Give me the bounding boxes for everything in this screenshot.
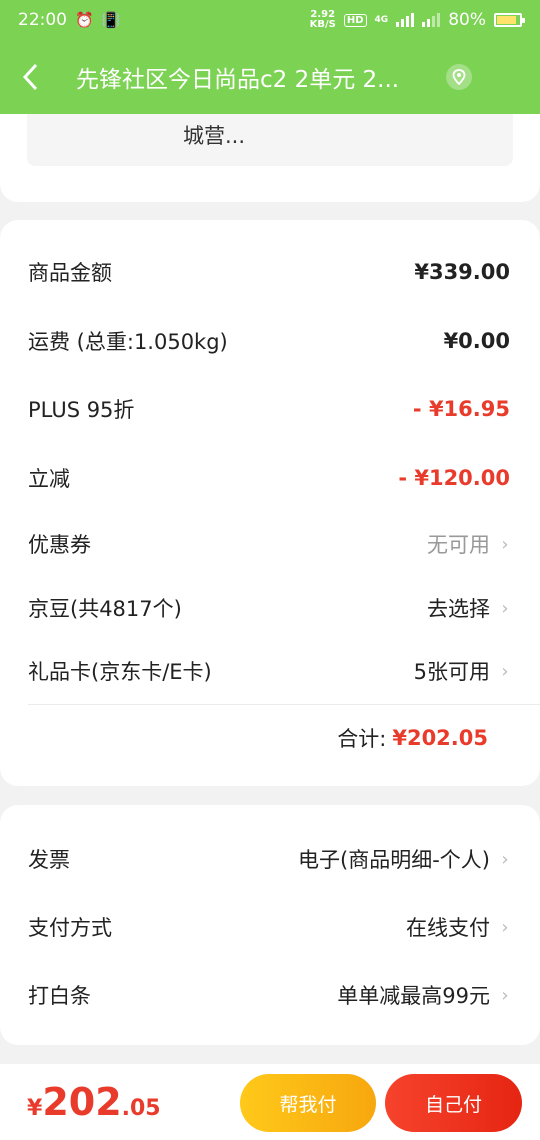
baitiao-row[interactable]: 打白条 单单减最高99元 › — [28, 975, 510, 1015]
network-type: 4G — [374, 15, 389, 25]
address-text: 城营... — [183, 124, 246, 148]
signal-icon — [396, 13, 415, 27]
goods-amount-row: 商品金额 ¥339.00 — [28, 252, 510, 292]
total-value: ¥202.05 — [392, 726, 488, 750]
location-pin-icon — [452, 69, 466, 85]
row-label: 立减 — [28, 467, 70, 491]
jingdou-row[interactable]: 京豆(共4817个) 去选择 › — [28, 588, 510, 628]
address-box[interactable]: 城营... — [27, 114, 513, 166]
row-label: 京豆(共4817个) — [28, 597, 182, 621]
battery-percent: 80% — [448, 10, 486, 30]
gift-card-status: 5张可用 — [413, 660, 490, 684]
instant-discount-row: 立减 - ¥120.00 — [28, 458, 510, 498]
row-value: 单单减最高99元 › — [337, 980, 510, 1010]
row-value: 去选择 › — [427, 593, 510, 623]
row-value: ¥0.00 — [443, 329, 510, 353]
baitiao-value: 单单减最高99元 — [337, 984, 490, 1008]
net-speed-unit: KB/S — [309, 19, 336, 30]
gift-card-row[interactable]: 礼品卡(京东卡/E卡) 5张可用 › — [28, 651, 510, 691]
row-label: PLUS 95折 — [28, 398, 135, 422]
address-card: 城营... — [0, 114, 540, 202]
back-button[interactable] — [0, 44, 60, 110]
row-label: 商品金额 — [28, 261, 112, 285]
currency-symbol: ¥ — [27, 1096, 43, 1121]
battery-icon — [494, 13, 525, 27]
payment-card: 发票 电子(商品明细-个人) › 支付方式 在线支付 › 打白条 单单减最高99元 › — [0, 805, 540, 1045]
coupon-status: 无可用 — [427, 533, 490, 557]
coupon-row[interactable]: 优惠券 无可用 › — [28, 524, 510, 564]
net-speed: 2.92 KB/S — [310, 10, 336, 30]
pay-amount: ¥ 202 .05 — [27, 1080, 161, 1124]
nav-bar: 先锋社区今日尚品c2 2单元 2... — [0, 44, 540, 110]
row-label: 打白条 — [28, 984, 91, 1008]
back-arrow-icon — [22, 63, 38, 91]
row-label: 支付方式 — [28, 916, 112, 940]
chevron-right-icon: › — [501, 533, 509, 555]
alarm-icon: ⏰ — [75, 11, 94, 29]
vibrate-icon: 📳 — [101, 11, 121, 29]
location-button[interactable] — [446, 64, 472, 90]
checkout-bar: ¥ 202 .05 帮我付 自己付 — [0, 1064, 540, 1140]
row-label: 礼品卡(京东卡/E卡) — [28, 660, 212, 684]
signal-icon — [422, 13, 441, 27]
status-left: 22:00 ⏰ 📳 — [18, 10, 120, 30]
row-label: 运费 (总重:1.050kg) — [28, 330, 228, 354]
price-decimal: .05 — [121, 1096, 161, 1121]
row-label: 优惠券 — [28, 533, 91, 557]
shipping-row: 运费 (总重:1.050kg) ¥0.00 — [28, 321, 510, 361]
divider — [28, 704, 540, 705]
chevron-right-icon: › — [501, 848, 509, 870]
chevron-right-icon: › — [501, 660, 509, 682]
app-header: 22:00 ⏰ 📳 2.92 KB/S HD 4G 80% 先锋社区今日尚品c2… — [0, 0, 540, 114]
amount-card: 商品金额 ¥339.00 运费 (总重:1.050kg) ¥0.00 PLUS … — [0, 220, 540, 786]
invoice-row[interactable]: 发票 电子(商品明细-个人) › — [28, 839, 510, 879]
payment-method-value: 在线支付 — [406, 916, 490, 940]
price-integer: 202 — [42, 1080, 122, 1124]
row-value: 无可用 › — [427, 529, 510, 559]
clock: 22:00 — [18, 10, 67, 30]
total-row: 合计: ¥202.05 — [337, 718, 488, 758]
status-bar: 22:00 ⏰ 📳 2.92 KB/S HD 4G 80% — [0, 0, 540, 40]
payment-method-row[interactable]: 支付方式 在线支付 › — [28, 907, 510, 947]
row-value: 5张可用 › — [414, 656, 510, 686]
row-value: - ¥16.95 — [412, 397, 510, 421]
jingdou-action: 去选择 — [427, 597, 490, 621]
plus-discount-row: PLUS 95折 - ¥16.95 — [28, 389, 510, 429]
help-pay-button[interactable]: 帮我付 — [240, 1074, 376, 1132]
chevron-right-icon: › — [501, 916, 509, 938]
hd-badge: HD — [343, 13, 367, 27]
row-value: 电子(商品明细-个人) › — [298, 844, 510, 874]
page-title: 先锋社区今日尚品c2 2单元 2... — [76, 67, 400, 93]
chevron-right-icon: › — [501, 597, 509, 619]
total-label: 合计: — [337, 727, 387, 751]
chevron-right-icon: › — [501, 984, 509, 1006]
self-pay-button[interactable]: 自己付 — [385, 1074, 522, 1132]
status-right: 2.92 KB/S HD 4G 80% — [310, 10, 525, 30]
row-label: 发票 — [28, 848, 70, 872]
invoice-value: 电子(商品明细-个人) — [298, 848, 490, 872]
row-value: 在线支付 › — [406, 912, 510, 942]
row-value: ¥339.00 — [414, 260, 510, 284]
row-value: - ¥120.00 — [398, 466, 510, 490]
